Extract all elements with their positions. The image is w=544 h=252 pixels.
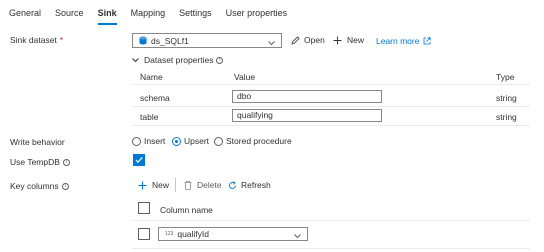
toolbar-separator bbox=[175, 178, 176, 192]
key-columns-label: Key columns i bbox=[10, 181, 69, 191]
tab-mapping[interactable]: Mapping bbox=[131, 0, 166, 26]
tab-sink[interactable]: Sink bbox=[97, 0, 117, 26]
trash-icon bbox=[184, 180, 192, 190]
column-header-value: Value bbox=[234, 72, 256, 82]
key-column-delete-button[interactable]: Delete bbox=[184, 180, 222, 190]
info-icon: i bbox=[61, 182, 69, 190]
tab-bar: General Source Sink Mapping Settings Use… bbox=[0, 0, 544, 26]
open-button[interactable]: Open bbox=[291, 35, 325, 45]
divider bbox=[132, 125, 530, 126]
use-tempdb-checkbox[interactable] bbox=[133, 154, 145, 166]
delete-label: Delete bbox=[197, 180, 222, 190]
info-icon: i bbox=[62, 158, 70, 166]
radio-insert[interactable]: Insert bbox=[132, 136, 165, 146]
chevron-down-icon bbox=[268, 38, 275, 48]
key-columns-label-text: Key columns bbox=[10, 181, 59, 191]
divider bbox=[132, 220, 530, 221]
radio-stored-procedure-label: Stored procedure bbox=[226, 136, 292, 146]
divider bbox=[132, 248, 530, 249]
property-type: string bbox=[496, 112, 517, 122]
plus-icon bbox=[333, 36, 342, 45]
dataset-icon bbox=[139, 36, 147, 45]
dataset-properties-title: Dataset properties bbox=[144, 55, 214, 65]
radio-circle bbox=[172, 136, 181, 146]
radio-circle bbox=[214, 136, 223, 146]
info-icon: i bbox=[216, 56, 224, 64]
row-checkbox[interactable] bbox=[138, 228, 150, 240]
radio-circle bbox=[132, 136, 141, 146]
radio-insert-label: Insert bbox=[144, 136, 166, 146]
key-column-value: qualifyId bbox=[177, 229, 210, 239]
key-column-new-button[interactable]: New bbox=[138, 180, 169, 190]
write-behavior-label: Write behavior bbox=[10, 137, 65, 147]
column-name-header: Column name bbox=[160, 205, 213, 215]
property-type: string bbox=[496, 93, 517, 103]
type-badge: 123 bbox=[165, 231, 174, 237]
tab-general[interactable]: General bbox=[9, 0, 41, 26]
column-header-type: Type bbox=[496, 72, 515, 82]
sink-dataset-value: ds_SQLf1 bbox=[151, 35, 189, 46]
tab-settings[interactable]: Settings bbox=[179, 0, 212, 26]
sink-dataset-label-text: Sink dataset bbox=[10, 35, 57, 45]
new-dataset-label: New bbox=[347, 35, 365, 45]
key-column-dropdown[interactable]: 123 qualifyId bbox=[158, 227, 308, 241]
external-link-icon bbox=[423, 37, 432, 45]
learn-more-label: Learn more bbox=[376, 36, 420, 46]
new-dataset-button[interactable]: New bbox=[333, 35, 364, 45]
radio-upsert-label: Upsert bbox=[184, 136, 210, 146]
refresh-icon bbox=[228, 180, 237, 190]
plus-icon bbox=[138, 181, 147, 190]
sink-dataset-dropdown[interactable]: ds_SQLf1 bbox=[132, 33, 282, 48]
divider bbox=[132, 84, 530, 85]
open-label: Open bbox=[304, 35, 325, 45]
learn-more-link[interactable]: Learn more bbox=[376, 36, 432, 46]
table-value-input[interactable]: qualifying bbox=[232, 109, 382, 122]
checkmark-icon bbox=[135, 157, 143, 164]
dataset-properties-header[interactable]: Dataset properties i bbox=[132, 55, 224, 65]
radio-upsert[interactable]: Upsert bbox=[172, 136, 209, 146]
property-name: schema bbox=[140, 93, 170, 103]
schema-value-input[interactable]: dbo bbox=[232, 90, 382, 103]
use-tempdb-label-text: Use TempDB bbox=[10, 157, 60, 167]
use-tempdb-label: Use TempDB i bbox=[10, 157, 70, 167]
required-mark: * bbox=[59, 35, 64, 45]
chevron-down-icon bbox=[294, 231, 301, 241]
column-header-name: Name bbox=[140, 72, 163, 82]
select-all-checkbox[interactable] bbox=[138, 202, 150, 214]
divider bbox=[132, 106, 530, 107]
tab-source[interactable]: Source bbox=[55, 0, 84, 26]
property-name: table bbox=[140, 112, 159, 122]
radio-stored-procedure[interactable]: Stored procedure bbox=[214, 136, 292, 146]
chevron-down-icon bbox=[132, 57, 139, 63]
tab-user-properties[interactable]: User properties bbox=[226, 0, 288, 26]
key-column-refresh-button[interactable]: Refresh bbox=[228, 180, 271, 190]
refresh-label: Refresh bbox=[241, 180, 271, 190]
sink-dataset-label: Sink dataset * bbox=[10, 35, 63, 45]
new-label: New bbox=[152, 180, 170, 190]
pencil-icon bbox=[291, 35, 300, 45]
